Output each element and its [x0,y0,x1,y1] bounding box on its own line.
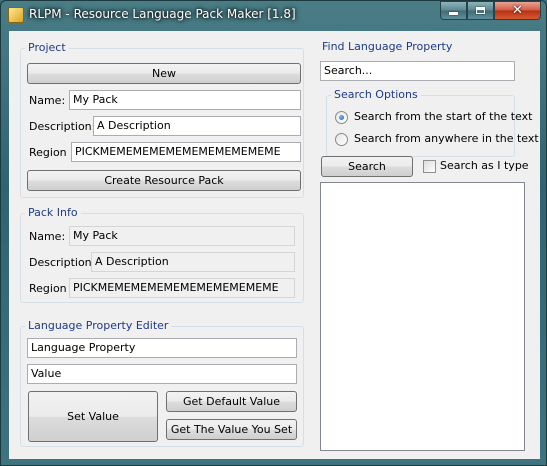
search-as-type-checkbox[interactable] [423,160,436,173]
editor-group-title: Language Property Editer [25,319,172,333]
option-anywhere-label[interactable]: Search from anywhere in the text [354,132,539,146]
search-button[interactable]: Search [321,156,413,177]
app-icon [8,7,24,23]
search-options-title: Search Options [331,88,421,102]
title-bar[interactable]: RLPM - Resource Language Pack Maker [1.8… [1,1,546,29]
close-button[interactable]: ✕ [494,1,541,20]
set-value-button[interactable]: Set Value [28,391,158,442]
pack-region-value: PICKMEMEMEMEMEMEMEMEMEMEME [69,278,295,298]
pack-description-value: A Description [91,252,295,272]
language-property-field[interactable]: Language Property [27,338,297,358]
description-label: Description: [29,120,96,133]
search-as-type-label[interactable]: Search as I type [440,159,529,173]
name-label: Name: [29,94,66,107]
close-icon: ✕ [512,3,523,18]
minimize-button[interactable] [440,1,467,20]
create-resource-pack-button[interactable]: Create Resource Pack [27,170,301,191]
client-area: Project New Name: My Pack Description: A… [9,31,540,459]
name-field[interactable]: My Pack [69,90,301,110]
window-title: RLPM - Resource Language Pack Maker [1.8… [29,7,296,21]
pack-region-label: Region [29,282,67,295]
radio-selected-dot [339,115,344,120]
project-group-title: Project [25,41,69,55]
option-anywhere-radio[interactable] [335,133,348,146]
editor-group: Language Property Editer Language Proper… [20,319,304,447]
value-field[interactable]: Value [27,364,297,384]
new-button[interactable]: New [27,63,301,84]
description-field[interactable]: A Description [93,116,301,136]
caption-buttons: ✕ [440,1,541,20]
option-start-radio[interactable] [335,111,348,124]
pack-name-value: My Pack [69,226,295,246]
minimize-icon [449,12,458,15]
maximize-icon [476,7,485,14]
region-field[interactable]: PICKMEMEMEMEMEMEMEMEMEMEME [71,142,301,162]
main-window: RLPM - Resource Language Pack Maker [1.8… [0,0,547,466]
region-label: Region [29,146,67,159]
results-list[interactable] [320,182,525,451]
find-group: Find Language Property Search... Search … [312,40,539,453]
get-value-you-set-button[interactable]: Get The Value You Set [166,419,297,440]
search-input[interactable]: Search... [320,61,515,81]
pack-description-label: Description [29,256,92,269]
get-default-value-button[interactable]: Get Default Value [166,391,297,412]
find-group-title: Find Language Property [319,40,456,54]
pack-name-label: Name: [29,230,66,243]
project-group: Project New Name: My Pack Description: A… [20,41,304,198]
pack-info-group: Pack Info Name: My Pack Description A De… [20,206,304,303]
pack-info-group-title: Pack Info [25,206,81,220]
maximize-button[interactable] [467,1,494,20]
option-start-label[interactable]: Search from the start of the text [354,110,532,124]
search-options-group: Search Options Search from the start of … [326,88,539,157]
